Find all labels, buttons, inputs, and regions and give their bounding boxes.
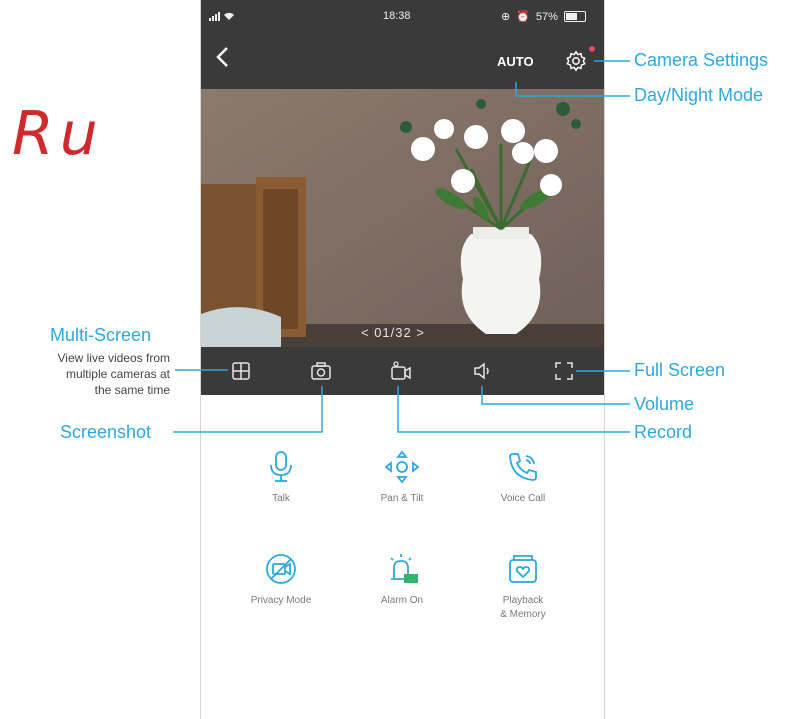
volume-callout: Volume: [634, 394, 695, 414]
camera-settings-callout: Camera Settings: [634, 50, 769, 70]
day-night-mode-callout: Day/Night Mode: [634, 85, 764, 105]
record-callout: Record: [634, 422, 693, 442]
full-screen-callout: Full Screen: [634, 360, 726, 380]
screenshot-callout: Screenshot: [60, 422, 152, 442]
multi-screen-description: View live videos from multiple cameras a…: [57, 351, 171, 397]
multi-screen-callout: Multi-Screen: [50, 325, 152, 345]
